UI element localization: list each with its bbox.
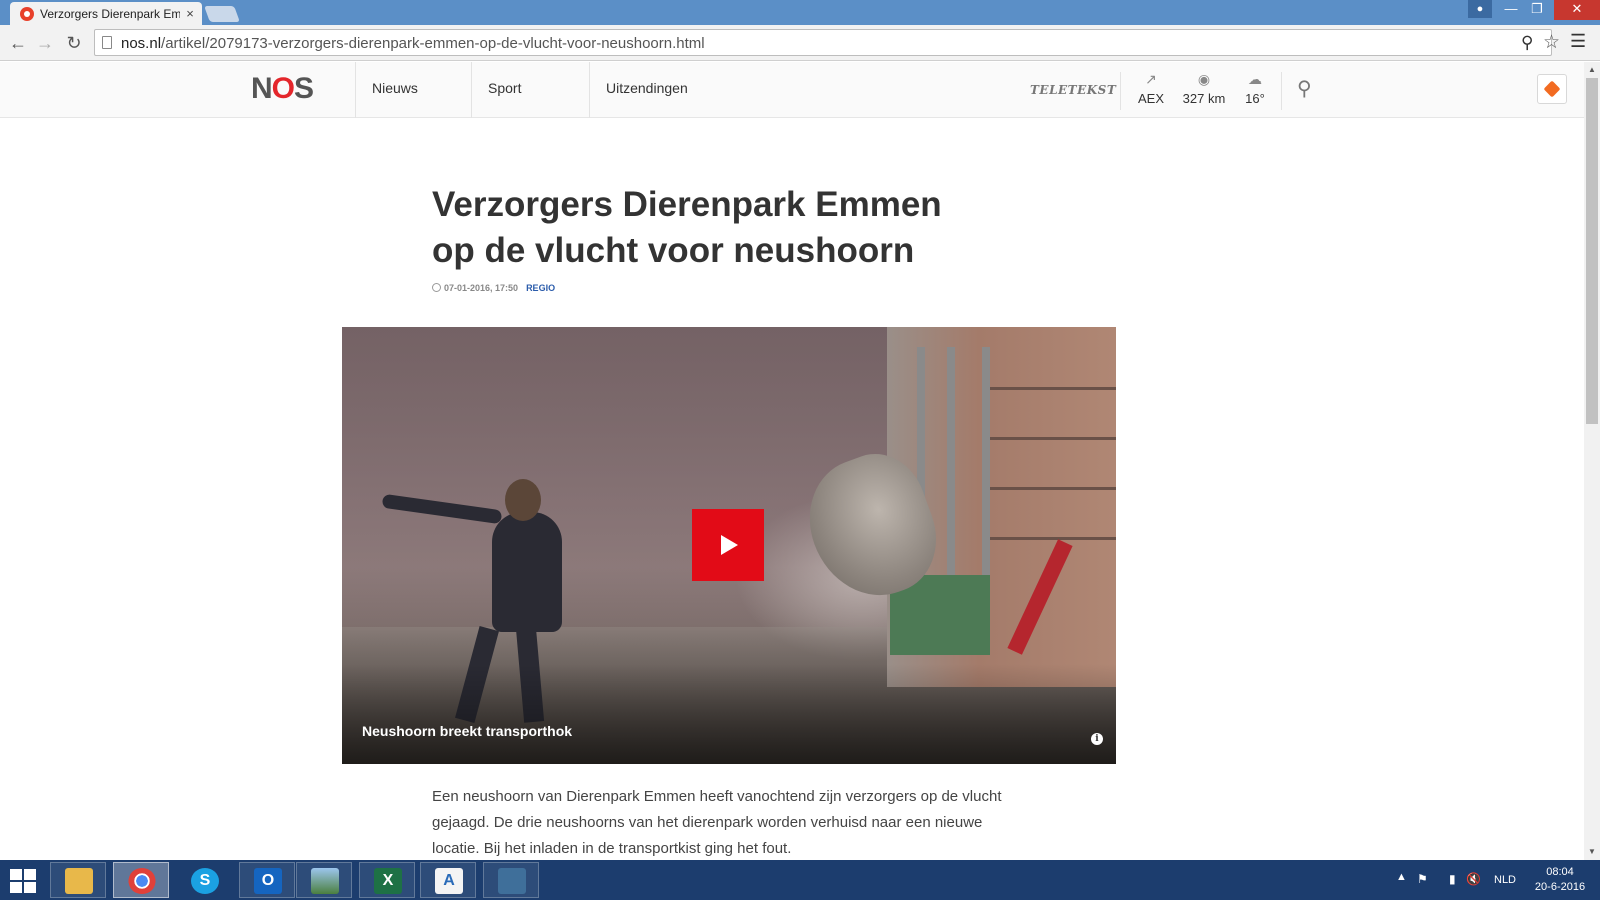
- start-button[interactable]: [10, 869, 36, 893]
- star-icon[interactable]: ☆: [1543, 31, 1560, 54]
- nos-favicon-icon: [20, 6, 34, 21]
- page-icon: [102, 36, 112, 49]
- header-divider: [1120, 72, 1121, 110]
- excel-icon: X: [374, 868, 402, 894]
- nav-nieuws[interactable]: Nieuws: [355, 62, 471, 118]
- logo-letter-o: O: [271, 72, 295, 105]
- url-path: /artikel/2079173-verzorgers-dierenpark-e…: [161, 35, 705, 52]
- tab-close-icon[interactable]: ×: [184, 6, 196, 21]
- scroll-down-icon[interactable]: ▼: [1584, 844, 1600, 860]
- outlook-icon: O: [254, 868, 282, 894]
- play-button[interactable]: [692, 509, 764, 581]
- minimize-button[interactable]: —: [1498, 0, 1524, 20]
- clock-time: 08:04: [1546, 866, 1574, 878]
- article-headline: Verzorgers Dierenpark Emmen op de vlucht…: [432, 185, 942, 270]
- network-tool-icon: [498, 868, 526, 894]
- article-meta: 07-01-2016, 17:50 REGIO: [432, 283, 555, 293]
- menu-icon[interactable]: ☰: [1570, 31, 1586, 52]
- temperature-label: 16°: [1245, 91, 1265, 106]
- clock-date: 20-6-2016: [1534, 881, 1586, 893]
- video-frame-person: [492, 512, 562, 632]
- aex-widget[interactable]: ↗ AEX: [1136, 71, 1166, 106]
- url-text[interactable]: nos.nl/artikel/2079173-verzorgers-dieren…: [121, 35, 705, 52]
- browser-tab-active[interactable]: Verzorgers Dierenpark Em ×: [10, 2, 202, 25]
- article-date: 07-01-2016, 17:50: [444, 283, 519, 293]
- battery-icon[interactable]: ▮: [1449, 872, 1456, 886]
- close-window-button[interactable]: ✕: [1554, 0, 1600, 20]
- taskbar-paint[interactable]: A: [420, 862, 476, 898]
- taskbar-skype[interactable]: S: [176, 862, 232, 898]
- skype-icon: S: [191, 868, 219, 894]
- language-indicator[interactable]: NLD: [1494, 874, 1516, 886]
- search-icon[interactable]: ⚲: [1297, 76, 1312, 101]
- nos-logo[interactable]: NOS: [251, 72, 314, 106]
- clock[interactable]: 08:04 20-6-2016: [1530, 865, 1590, 895]
- tray-expand-icon[interactable]: ▲: [1396, 871, 1407, 883]
- article-region-link[interactable]: REGIO: [526, 283, 555, 293]
- reload-icon[interactable]: ↻: [62, 31, 86, 55]
- chrome-icon: [128, 868, 156, 894]
- article-lead: Een neushoorn van Dierenpark Emmen heeft…: [432, 788, 1002, 857]
- taskbar-file-explorer[interactable]: [50, 862, 106, 898]
- clock-icon: [432, 283, 441, 292]
- nos-app-icon[interactable]: [1537, 74, 1567, 104]
- header-divider: [1281, 72, 1282, 110]
- windows-taskbar: S O X A ▲ ⚑ ▮ 🔇 NLD 08:04 20-6-2016: [0, 860, 1600, 900]
- zoom-icon[interactable]: ⚲: [1521, 33, 1533, 53]
- forward-arrow-icon[interactable]: →: [33, 31, 57, 55]
- volume-muted-icon[interactable]: 🔇: [1466, 872, 1481, 886]
- traffic-widget[interactable]: ◉ 327 km: [1180, 71, 1228, 106]
- traffic-label: 327 km: [1182, 91, 1226, 106]
- url-host: nos.nl: [121, 35, 162, 52]
- taskbar-chrome[interactable]: [113, 862, 169, 898]
- new-tab-button[interactable]: [204, 6, 240, 22]
- browser-toolbar: ← → ↻ nos.nl/artikel/2079173-verzorgers-…: [0, 25, 1600, 61]
- user-profile-icon[interactable]: ●: [1468, 0, 1492, 18]
- weather-widget[interactable]: ☁ 16°: [1240, 71, 1270, 106]
- logo-letter-s: S: [294, 72, 314, 105]
- nav-sport[interactable]: Sport: [471, 62, 587, 118]
- site-header: NOS Nieuws Sport Uitzendingen TELETEKST …: [0, 62, 1584, 118]
- page-scrollbar[interactable]: ▲ ▼: [1584, 62, 1600, 860]
- back-arrow-icon[interactable]: ←: [6, 31, 30, 55]
- teletekst-link[interactable]: TELETEKST: [1030, 83, 1116, 97]
- photo-viewer-icon: [311, 868, 339, 894]
- action-center-flag-icon[interactable]: ⚑: [1417, 872, 1428, 886]
- aex-label: AEX: [1137, 91, 1164, 106]
- logo-letter-n: N: [251, 72, 273, 105]
- scroll-thumb[interactable]: [1586, 78, 1598, 424]
- browser-tabstrip: Verzorgers Dierenpark Em × ● — ❐ ✕: [0, 0, 1600, 25]
- screen: Verzorgers Dierenpark Em × ● — ❐ ✕ ← → ↻…: [0, 0, 1600, 900]
- tab-title: Verzorgers Dierenpark Em: [40, 6, 180, 21]
- paint-icon: A: [435, 868, 463, 894]
- taskbar-network-tool[interactable]: [483, 862, 539, 898]
- taskbar-excel[interactable]: X: [359, 862, 415, 898]
- car-icon: ◉: [1197, 71, 1211, 87]
- chart-line-icon: ↗: [1145, 71, 1157, 87]
- page-viewport: NOS Nieuws Sport Uitzendingen TELETEKST …: [0, 62, 1584, 860]
- video-caption: Neushoorn breekt transporthok: [362, 723, 573, 739]
- maximize-button[interactable]: ❐: [1524, 0, 1550, 20]
- scroll-up-icon[interactable]: ▲: [1584, 62, 1600, 78]
- video-player[interactable]: Neushoorn breekt transporthok i: [342, 327, 1116, 764]
- taskbar-outlook[interactable]: O: [239, 862, 295, 898]
- taskbar-photos[interactable]: [296, 862, 352, 898]
- rain-cloud-icon: ☁: [1248, 71, 1262, 87]
- folder-icon: [65, 868, 93, 894]
- nav-uitzendingen[interactable]: Uitzendingen: [589, 62, 719, 118]
- address-bar[interactable]: nos.nl/artikel/2079173-verzorgers-dieren…: [94, 29, 1560, 56]
- info-icon[interactable]: i: [1091, 733, 1103, 745]
